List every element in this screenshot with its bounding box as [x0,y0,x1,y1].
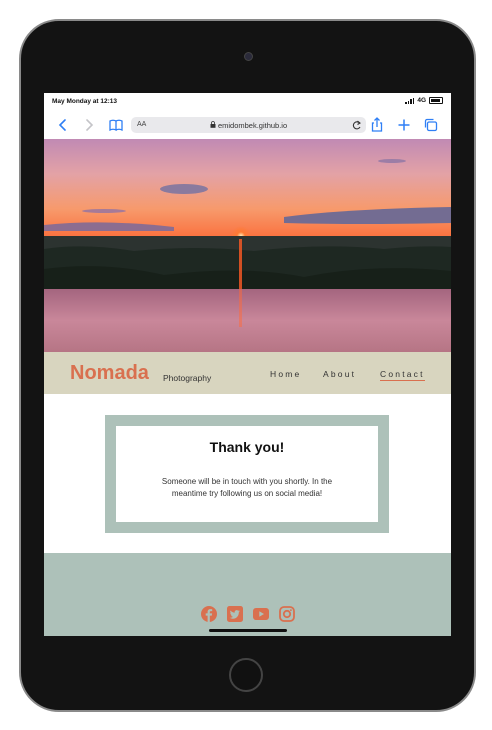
home-indicator [209,629,287,632]
thank-you-section: Thank you! Someone will be in touch with… [44,394,451,553]
brand-subtitle: Photography [163,373,212,383]
brand-logo[interactable]: Nomada [70,362,149,385]
tabs-icon[interactable] [422,116,440,134]
status-indicators: 4G [405,97,443,104]
facebook-icon[interactable] [201,606,217,622]
url-label: emidombek.github.io [217,121,288,130]
plus-icon[interactable] [395,116,413,134]
front-camera [244,52,253,61]
url-text: emidombek.github.io [131,121,366,130]
nav-about[interactable]: About [323,369,356,379]
chevron-right-icon[interactable] [80,116,98,134]
site-navbar: Nomada Photography Home About Contact [44,352,451,394]
site-footer [44,553,451,636]
chevron-left-icon[interactable] [54,116,72,134]
hero-image [44,139,451,352]
instagram-icon[interactable] [279,606,295,622]
browser-toolbar: AA emidombek.github.io [44,111,451,139]
youtube-icon[interactable] [253,606,269,622]
screen: May Monday at 12:13 4G AA emidombek.gith… [44,93,451,636]
address-bar[interactable]: AA emidombek.github.io [131,117,366,133]
share-icon[interactable] [368,116,386,134]
battery-icon [429,97,443,104]
lock-icon [210,121,216,128]
thank-you-card: Thank you! Someone will be in touch with… [116,426,378,522]
thank-you-title: Thank you! [209,439,285,455]
home-button[interactable] [229,658,263,692]
status-bar: May Monday at 12:13 4G [44,93,451,111]
twitter-icon[interactable] [227,606,243,622]
network-label: 4G [417,97,426,104]
nav-home[interactable]: Home [270,369,301,379]
thank-you-card-border: Thank you! Someone will be in touch with… [105,415,389,533]
thank-you-message: Someone will be in touch with you shortl… [161,477,333,498]
nav-contact[interactable]: Contact [380,369,425,381]
book-icon[interactable] [107,116,125,134]
reload-icon[interactable] [351,118,362,135]
signal-icon [405,97,415,104]
status-time: May Monday at 12:13 [52,98,118,105]
